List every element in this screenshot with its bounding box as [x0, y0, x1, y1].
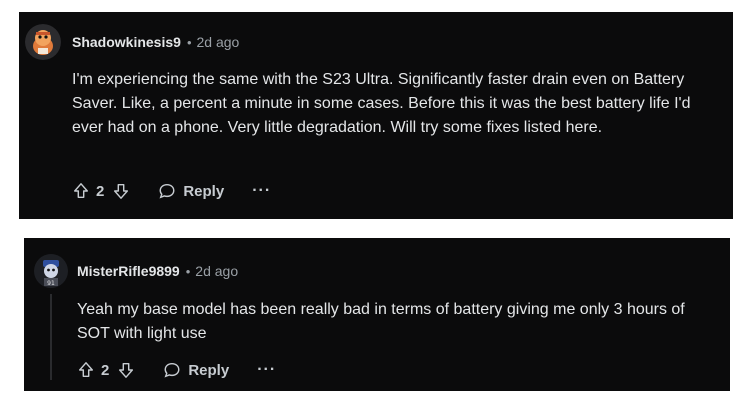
- upvote-button[interactable]: [72, 182, 90, 200]
- comment-actions: 2 Reply ···: [77, 361, 276, 379]
- downvote-button[interactable]: [117, 361, 135, 379]
- thread-line[interactable]: [50, 294, 52, 380]
- username-link[interactable]: Shadowkinesis9: [72, 34, 181, 50]
- more-options-button[interactable]: ···: [257, 361, 276, 379]
- upvote-arrow-icon: [73, 183, 89, 199]
- timestamp[interactable]: 2d ago: [197, 34, 240, 50]
- upvote-arrow-icon: [78, 362, 94, 378]
- speech-bubble-icon: [164, 362, 180, 378]
- reply-button[interactable]: Reply: [163, 361, 229, 379]
- comment-card: 91 MisterRifle9899 • 2d ago Yeah my base…: [24, 238, 730, 391]
- vote-score: 2: [101, 361, 110, 379]
- comment-actions: 2 Reply ···: [72, 182, 271, 200]
- downvote-arrow-icon: [114, 183, 129, 199]
- meta-separator: •: [186, 34, 192, 50]
- speech-bubble-icon: [159, 183, 175, 199]
- vote-score: 2: [96, 182, 105, 200]
- downvote-button[interactable]: [112, 182, 130, 200]
- timestamp[interactable]: 2d ago: [195, 263, 238, 279]
- comment-body: I'm experiencing the same with the S23 U…: [72, 71, 691, 136]
- comment-meta: Shadowkinesis9 • 2d ago: [72, 34, 239, 50]
- username-link[interactable]: MisterRifle9899: [77, 263, 180, 279]
- avatar[interactable]: [25, 24, 61, 60]
- reply-button[interactable]: Reply: [158, 182, 224, 200]
- meta-separator: •: [185, 263, 191, 279]
- comment-card: Shadowkinesis9 • 2d ago I'm experiencing…: [19, 12, 733, 219]
- upvote-button[interactable]: [77, 361, 95, 379]
- snoo-avatar-icon: 91: [34, 254, 68, 288]
- more-options-button[interactable]: ···: [252, 182, 271, 200]
- downvote-arrow-icon: [119, 362, 134, 378]
- reply-label: Reply: [183, 182, 225, 200]
- svg-text:91: 91: [47, 280, 55, 287]
- reply-label: Reply: [188, 361, 230, 379]
- avatar[interactable]: 91: [34, 254, 68, 288]
- snoo-avatar-icon: [25, 24, 61, 60]
- comment-meta: MisterRifle9899 • 2d ago: [77, 263, 238, 279]
- comment-body: Yeah my base model has been really bad i…: [77, 301, 685, 342]
